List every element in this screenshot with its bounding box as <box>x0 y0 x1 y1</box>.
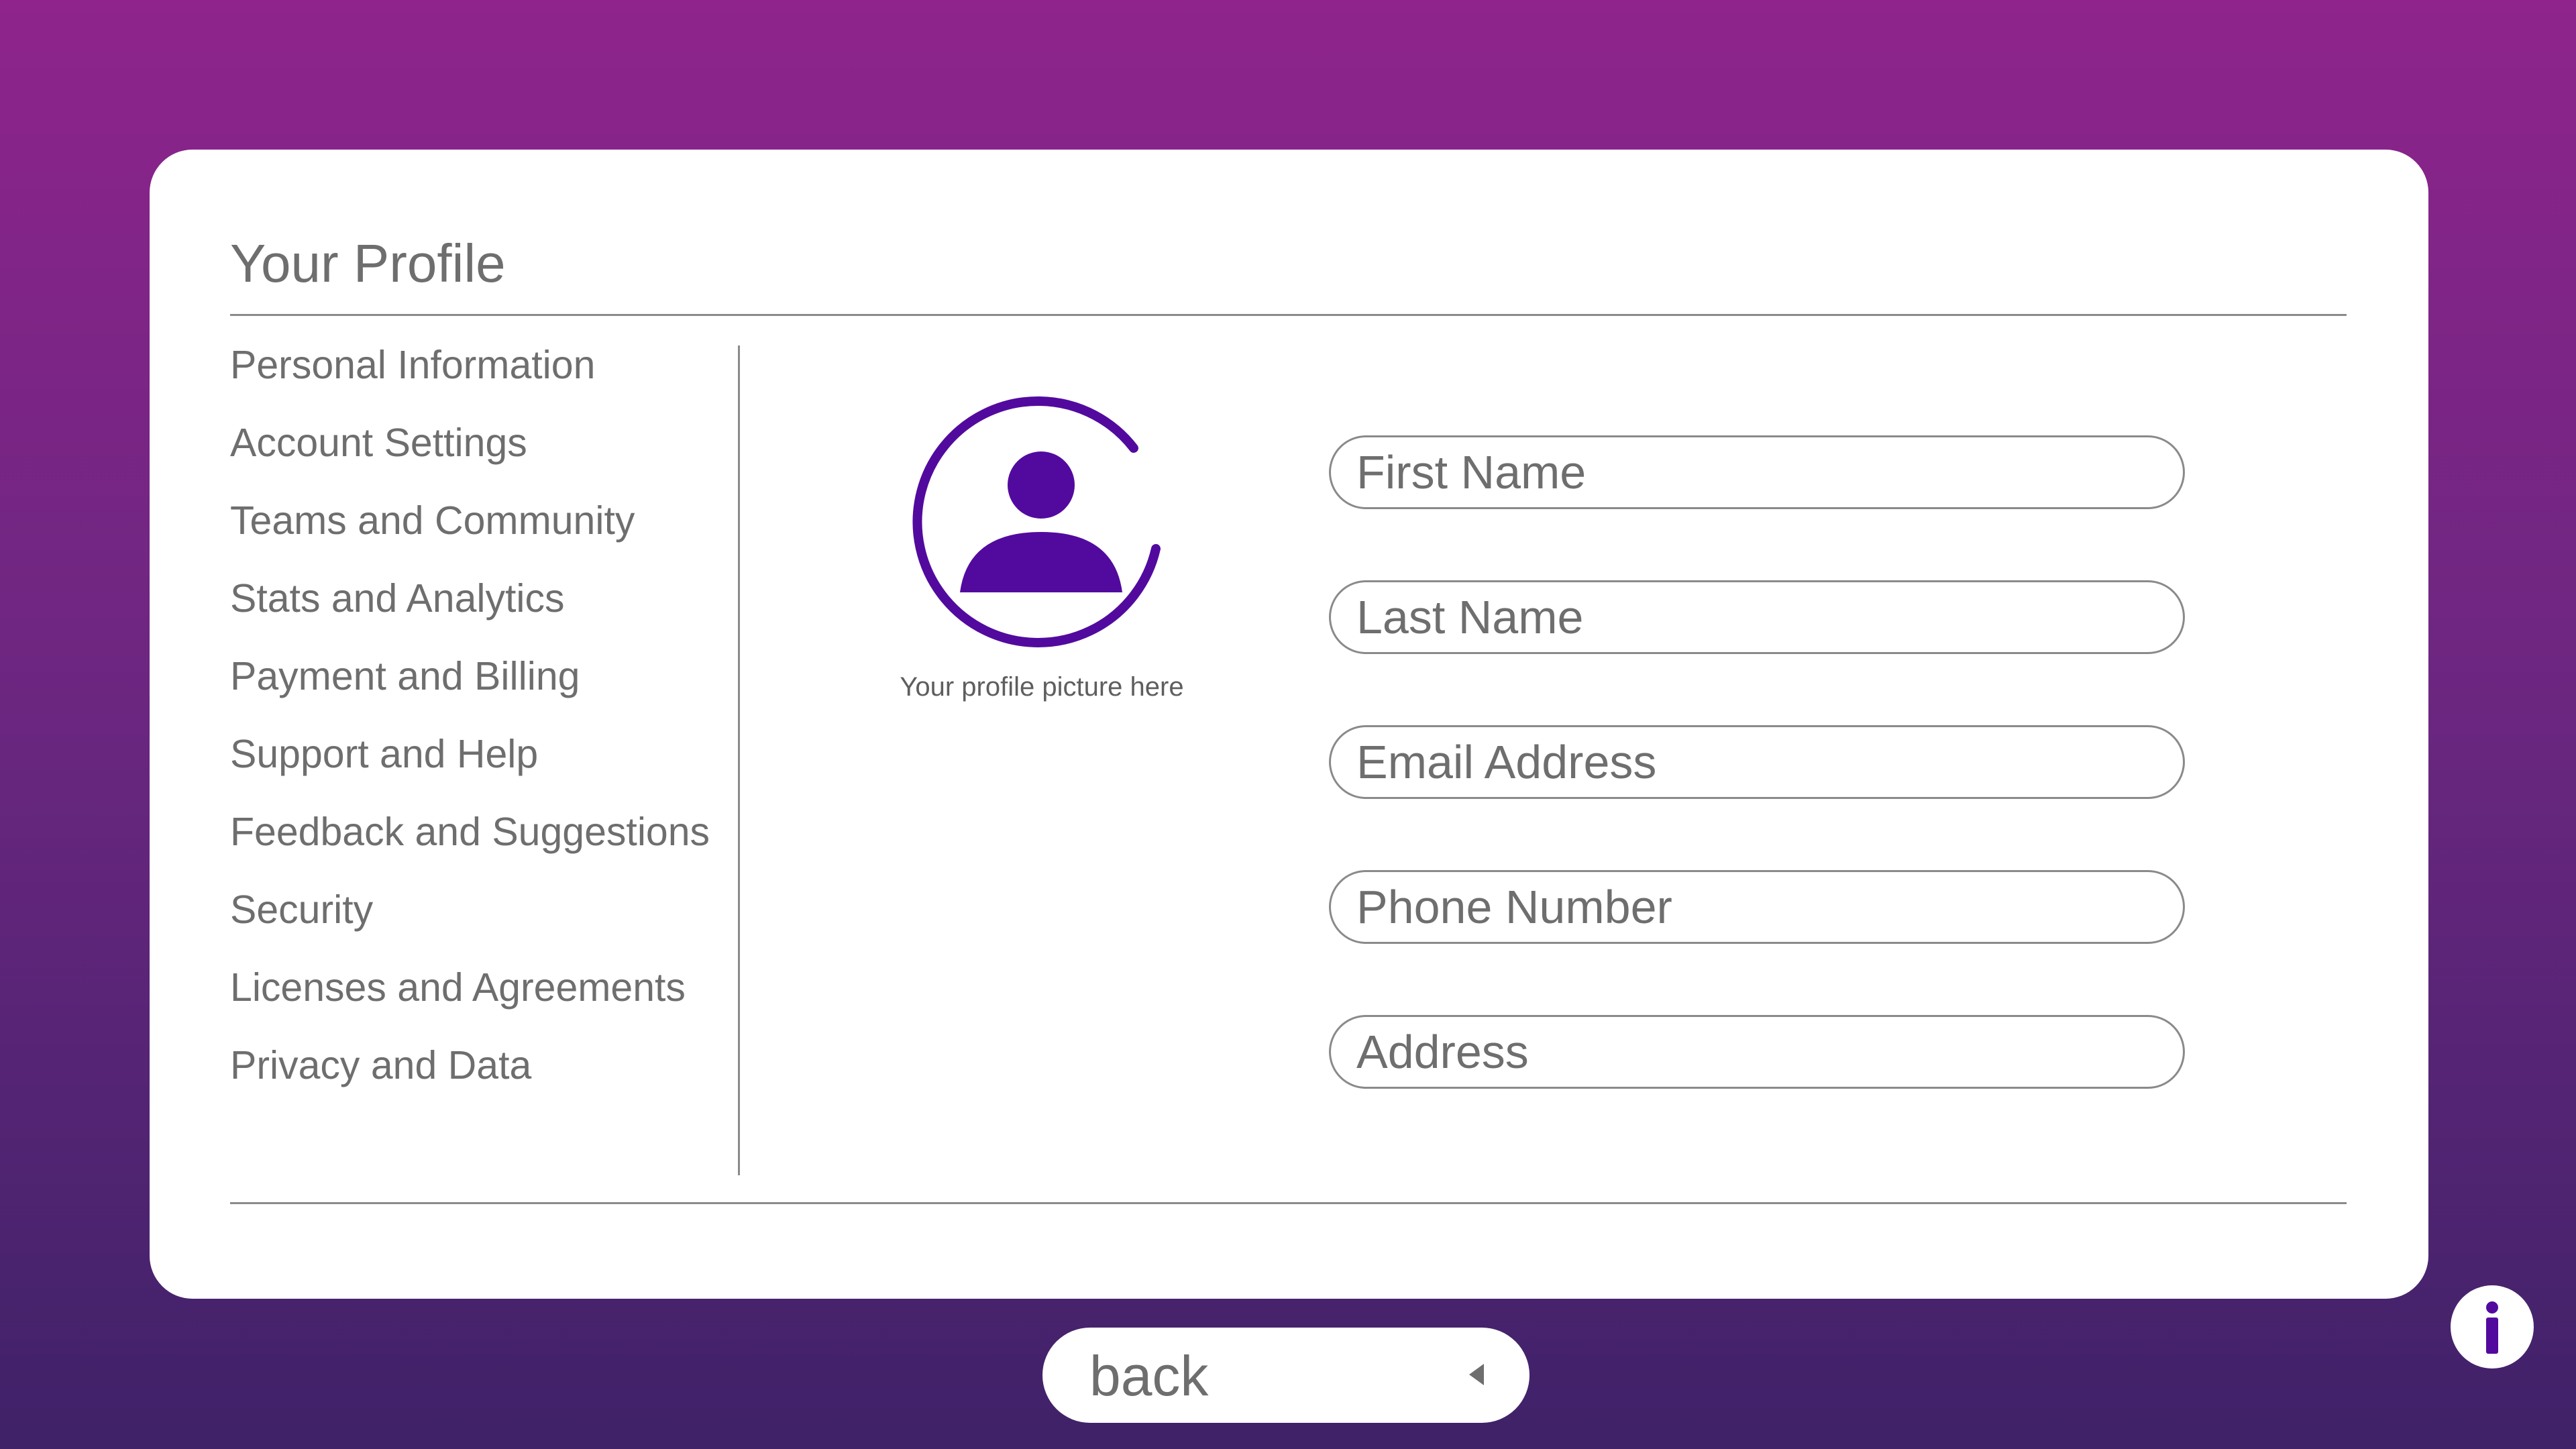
info-button[interactable] <box>2451 1285 2534 1368</box>
title-divider <box>230 314 2347 316</box>
footer-divider <box>230 1202 2347 1204</box>
user-avatar-icon[interactable] <box>908 394 1176 663</box>
sidebar-item-support-and-help[interactable]: Support and Help <box>230 735 727 812</box>
back-button-label: back <box>1089 1344 1209 1407</box>
email-field[interactable] <box>1329 725 2185 799</box>
page-title: Your Profile <box>230 233 506 293</box>
info-icon <box>2486 1301 2498 1354</box>
sidebar-item-account-settings[interactable]: Account Settings <box>230 423 727 501</box>
sidebar-item-feedback-and-suggestions[interactable]: Feedback and Suggestions <box>230 812 727 890</box>
profile-picture-caption: Your profile picture here <box>900 672 1184 702</box>
profile-card: Your Profile Personal Information Accoun… <box>150 150 2428 1299</box>
back-button[interactable]: back <box>1042 1328 1529 1423</box>
sidebar-divider <box>738 345 740 1175</box>
sidebar-item-teams-and-community[interactable]: Teams and Community <box>230 501 727 579</box>
sidebar-item-personal-information[interactable]: Personal Information <box>230 345 727 423</box>
first-name-field[interactable] <box>1329 435 2185 509</box>
sidebar-item-stats-and-analytics[interactable]: Stats and Analytics <box>230 579 727 657</box>
address-field[interactable] <box>1329 1015 2185 1089</box>
sidebar-item-payment-and-billing[interactable]: Payment and Billing <box>230 657 727 735</box>
sidebar-item-security[interactable]: Security <box>230 890 727 968</box>
last-name-field[interactable] <box>1329 580 2185 654</box>
caret-left-icon <box>1469 1364 1484 1385</box>
profile-picture[interactable]: Your profile picture here <box>894 394 1189 700</box>
phone-field[interactable] <box>1329 870 2185 944</box>
profile-sidebar: Personal Information Account Settings Te… <box>230 345 727 1124</box>
sidebar-item-licenses-and-agreements[interactable]: Licenses and Agreements <box>230 968 727 1046</box>
sidebar-item-privacy-and-data[interactable]: Privacy and Data <box>230 1046 727 1124</box>
